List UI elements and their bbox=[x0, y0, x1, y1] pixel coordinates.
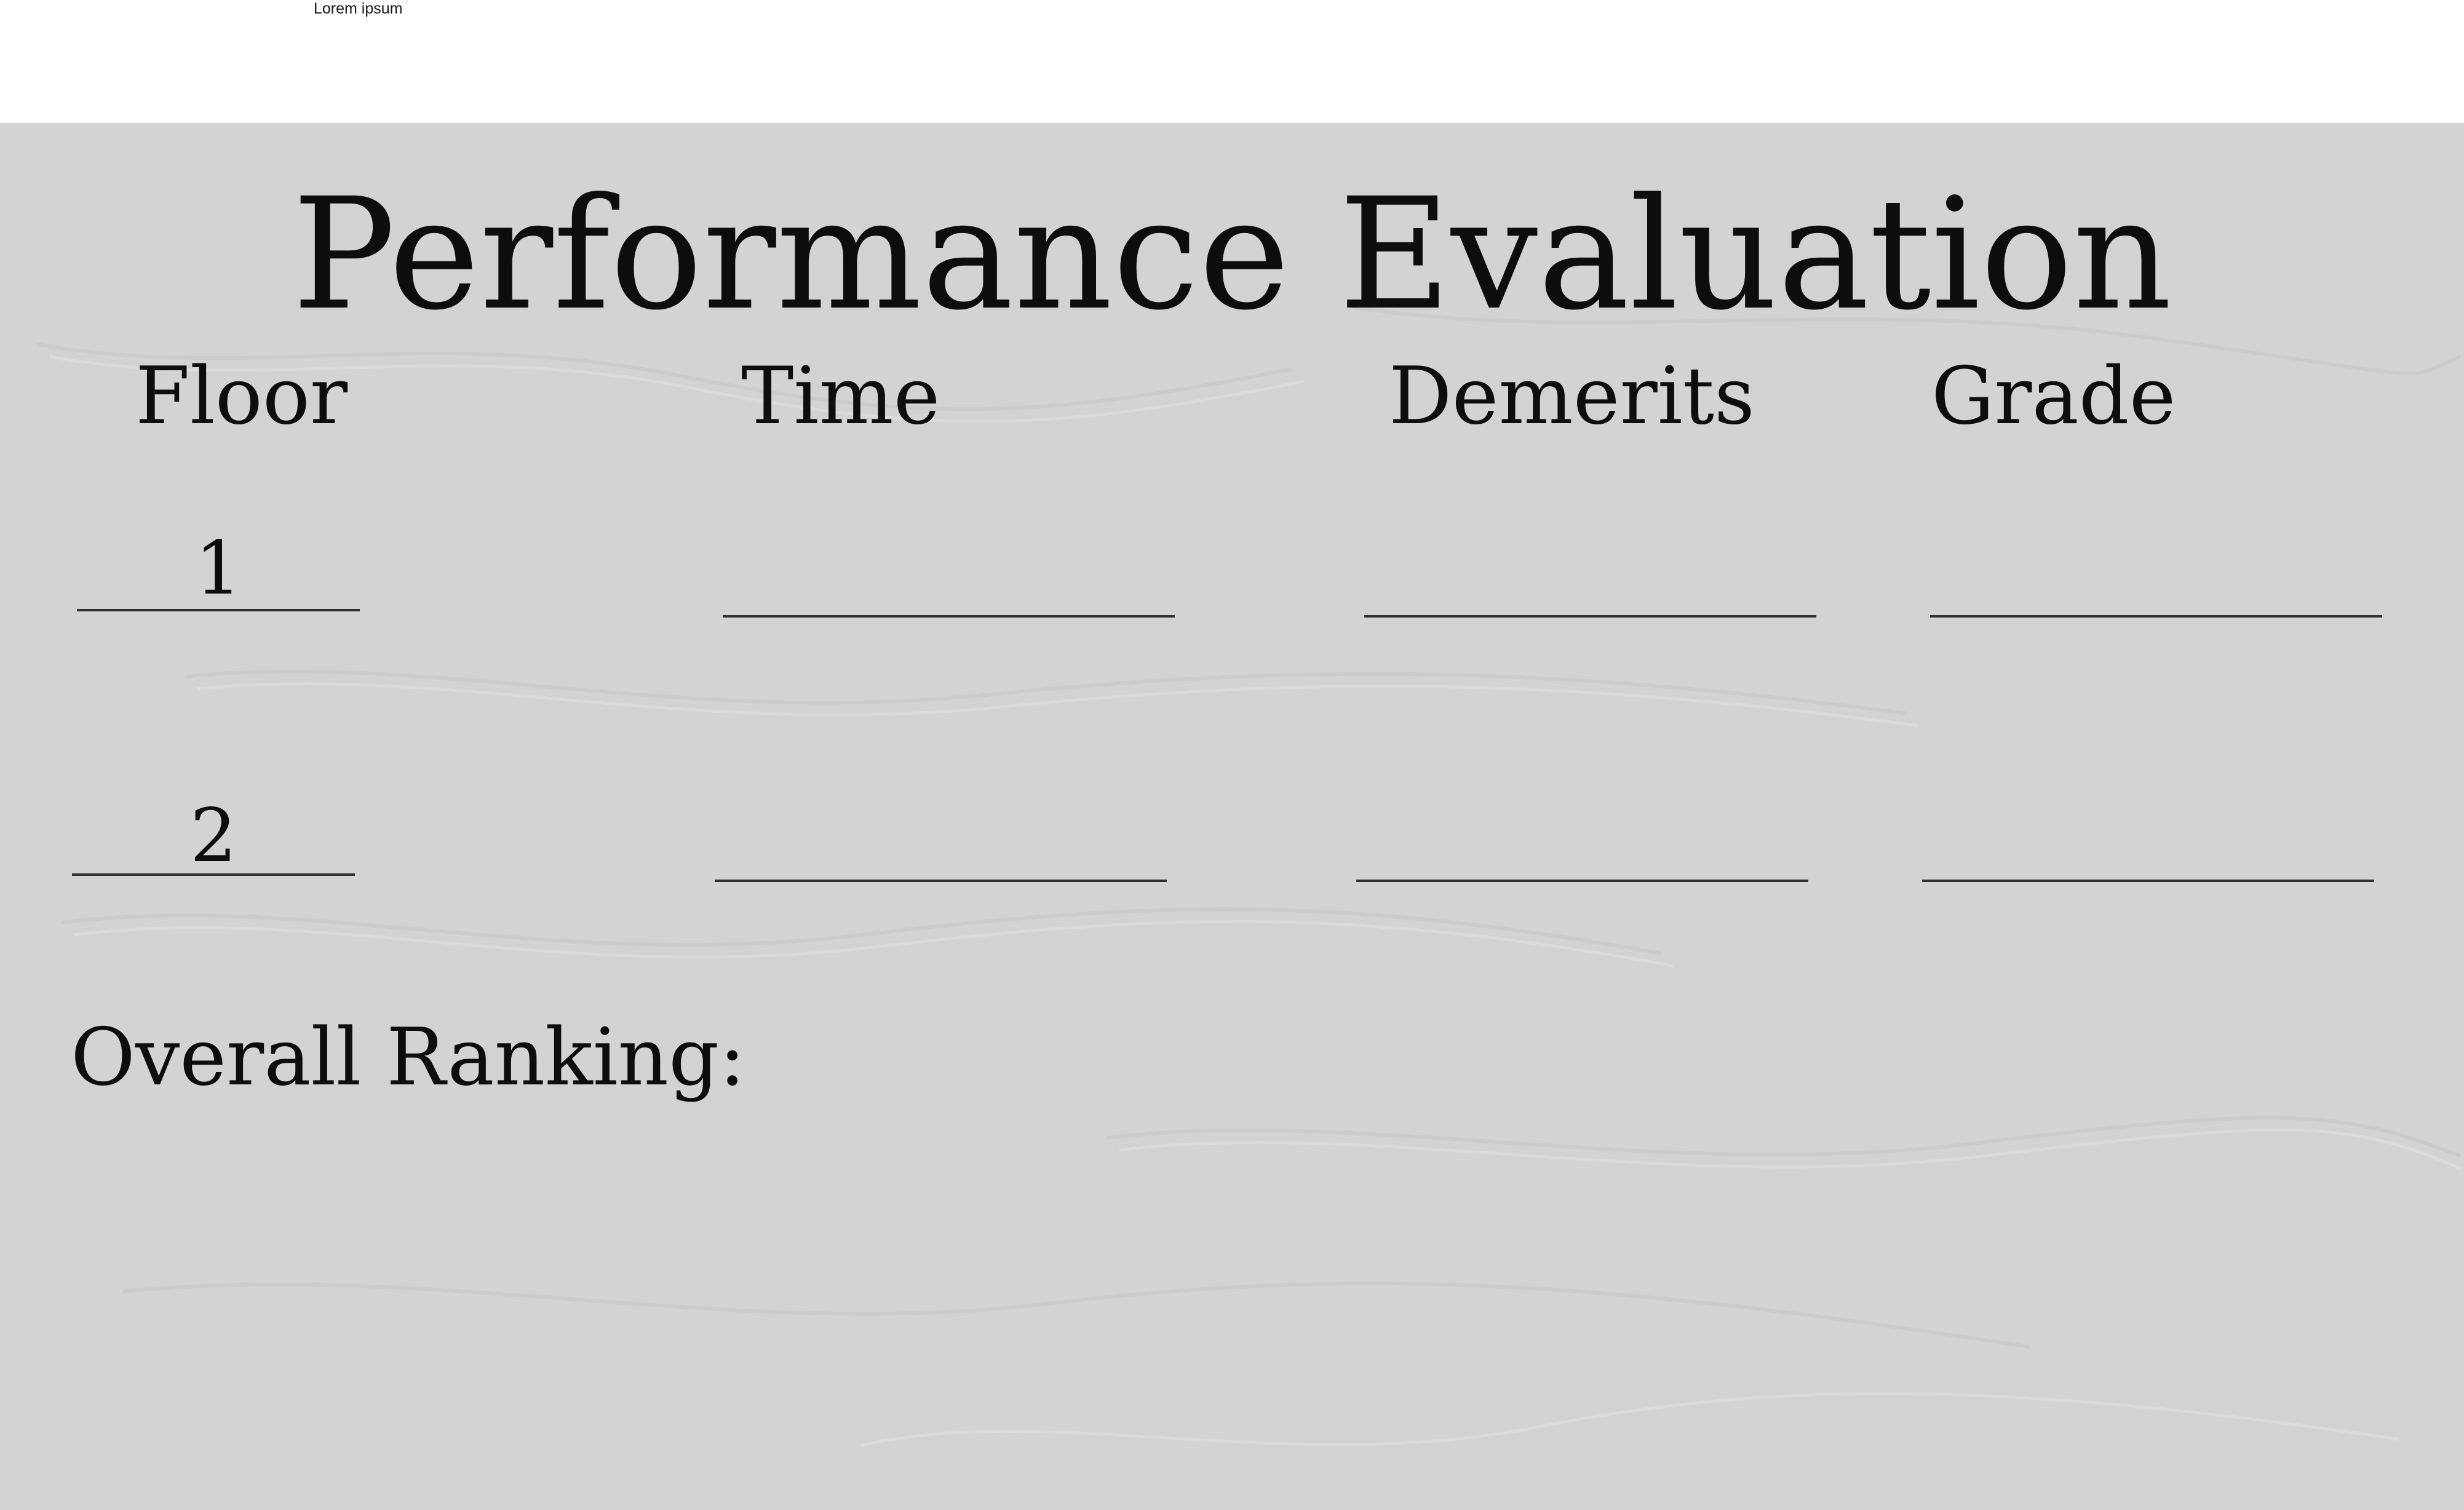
floor-2-grade-blank bbox=[1922, 880, 2374, 882]
corner-label: Lorem ipsum bbox=[314, 0, 403, 17]
floor-number-1: 1 bbox=[194, 526, 242, 611]
column-header-time: Time bbox=[741, 351, 940, 442]
page: Lorem ipsum Performance Evaluation Floor… bbox=[0, 0, 2464, 1510]
column-header-demerits: Demerits bbox=[1389, 351, 1755, 442]
page-title: Performance Evaluation bbox=[292, 165, 2172, 344]
floor-2-line bbox=[72, 873, 355, 876]
column-header-floor: Floor bbox=[135, 351, 348, 442]
floor-number-2: 2 bbox=[189, 793, 237, 879]
floor-1-time-blank bbox=[723, 615, 1175, 618]
floor-2-demerits-blank bbox=[1356, 880, 1808, 882]
floor-1-line bbox=[77, 609, 360, 611]
floor-1-demerits-blank bbox=[1364, 615, 1816, 618]
floor-2-time-blank bbox=[715, 880, 1167, 882]
evaluation-sheet: Performance Evaluation Floor Time Demeri… bbox=[0, 123, 2464, 1510]
floor-1-grade-blank bbox=[1930, 615, 2382, 618]
column-header-grade: Grade bbox=[1931, 351, 2176, 442]
overall-ranking-label: Overall Ranking: bbox=[71, 1012, 746, 1103]
